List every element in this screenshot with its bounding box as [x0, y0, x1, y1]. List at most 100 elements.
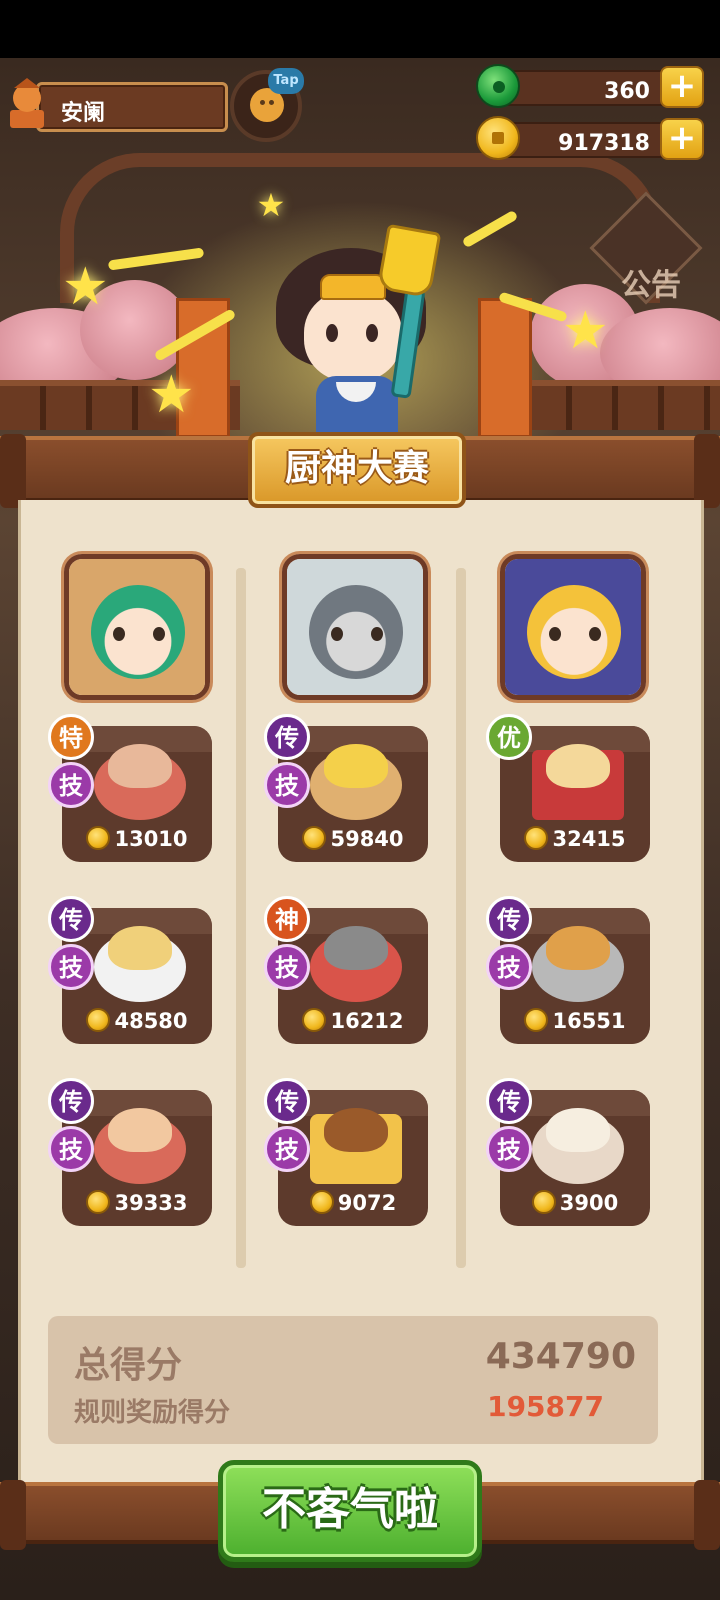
dish-price-value: 59840: [330, 827, 404, 851]
bonus-score-label: 规则奖励得分: [74, 1398, 231, 1428]
jade-value: 360: [604, 79, 650, 104]
coin-icon: [309, 1190, 334, 1214]
dish-price: 16551: [500, 1008, 650, 1033]
star-icon: ★: [562, 301, 609, 361]
rank-badge: 传: [264, 714, 310, 760]
dish-card[interactable]: 传 技 48580: [48, 896, 212, 1044]
coin-icon: [86, 1008, 111, 1032]
dish-price-value: 39333: [114, 1191, 188, 1215]
rank-badge: 神: [264, 896, 310, 942]
dish-price-value: 16551: [552, 1009, 626, 1033]
dish-icon: [546, 926, 610, 970]
dish-card[interactable]: 神 技 16212: [264, 896, 428, 1044]
jade-icon: [476, 64, 520, 108]
notice-label: 公告: [621, 268, 681, 303]
hero-eye: [326, 324, 338, 342]
dish-price-value: 3900: [559, 1191, 619, 1215]
skill-badge: 技: [486, 1126, 532, 1172]
dish-card[interactable]: 传 技 39333: [48, 1078, 212, 1226]
rank-badge: 传: [48, 896, 94, 942]
dish-price: 13010: [62, 826, 212, 851]
skill-badge: 技: [48, 1126, 94, 1172]
dish-price: 48580: [62, 1008, 212, 1033]
skill-badge: 技: [486, 944, 532, 990]
coin-icon: [524, 826, 549, 850]
coin-bar: 917318: [498, 122, 678, 158]
coin-currency: 917318 +: [474, 116, 704, 160]
coin-icon: [86, 1190, 111, 1214]
chef-portrait-cat[interactable]: [500, 554, 646, 700]
dish-icon: [108, 926, 172, 970]
jade-currency: 360 +: [474, 64, 704, 108]
dish-icon: [324, 744, 388, 788]
skill-badge: 技: [48, 944, 94, 990]
dish-icon: [546, 744, 610, 788]
dish-price: 9072: [278, 1190, 428, 1215]
skill-badge: 技: [264, 944, 310, 990]
chef-eyes: [113, 627, 165, 641]
bonus-score-value: 195877: [487, 1390, 604, 1423]
coin-icon: [476, 116, 520, 160]
friend-avatar-button[interactable]: Tap: [230, 68, 304, 142]
player-name-plate: 安阑: [36, 82, 228, 132]
game-scene: 公告 ★ ★ ★ ★ 安阑 Tap 360 + 917318 + 厨神大赛 特 …: [0, 58, 720, 1600]
confirm-button[interactable]: 不客气啦: [218, 1460, 482, 1562]
contest-title-plate: 厨神大赛: [248, 432, 466, 508]
rank-badge: 优: [486, 714, 532, 760]
dish-card[interactable]: 传 技 59840: [264, 714, 428, 862]
add-coin-button[interactable]: +: [660, 118, 704, 160]
chef-eyes: [549, 627, 601, 641]
dish-price-value: 32415: [552, 827, 626, 851]
player-info[interactable]: 安阑: [6, 76, 228, 132]
total-score-label: 总得分: [74, 1345, 183, 1386]
total-score-value: 434790: [485, 1336, 636, 1377]
dish-card[interactable]: 传 技 9072: [264, 1078, 428, 1226]
coin-icon: [302, 1008, 327, 1032]
skill-badge: 技: [48, 762, 94, 808]
contest-title: 厨神大赛: [284, 448, 429, 489]
dish-card[interactable]: 特 技 13010: [48, 714, 212, 862]
dish-price: 59840: [278, 826, 428, 851]
jade-bar: 360: [498, 70, 678, 106]
dish-icon: [108, 744, 172, 788]
hero-crown: [320, 274, 386, 300]
dish-price-value: 13010: [114, 827, 188, 851]
add-jade-button[interactable]: +: [660, 66, 704, 108]
rank-badge: 传: [48, 1078, 94, 1124]
dish-price: 39333: [62, 1190, 212, 1215]
notice-board[interactable]: 公告: [589, 191, 703, 318]
dish-price-value: 16212: [330, 1009, 404, 1033]
column-divider: [236, 568, 246, 1268]
status-bar: [0, 0, 720, 58]
skill-badge: 技: [264, 762, 310, 808]
dish-icon: [108, 1108, 172, 1152]
tap-badge: Tap: [268, 68, 304, 94]
chef-portrait-green[interactable]: [64, 554, 210, 700]
dish-price: 3900: [500, 1190, 650, 1215]
coin-icon: [302, 826, 327, 850]
dish-card[interactable]: 优 32415: [486, 714, 650, 862]
rank-badge: 特: [48, 714, 94, 760]
coin-icon: [531, 1190, 556, 1214]
player-name: 安阑: [61, 101, 106, 126]
dish-card[interactable]: 传 技 3900: [486, 1078, 650, 1226]
dish-price-value: 48580: [114, 1009, 188, 1033]
rank-badge: 传: [264, 1078, 310, 1124]
skill-badge: 技: [264, 1126, 310, 1172]
star-icon: ★: [62, 257, 109, 317]
chef-portrait-wolf[interactable]: [282, 554, 428, 700]
dish-icon: [546, 1108, 610, 1152]
coin-icon: [86, 826, 111, 850]
player-rank-icon: [10, 78, 44, 128]
rank-badge: 传: [486, 1078, 532, 1124]
pillar: [478, 298, 532, 438]
dish-price-value: 9072: [337, 1191, 397, 1215]
rank-badge: 传: [486, 896, 532, 942]
dish-card[interactable]: 传 技 16551: [486, 896, 650, 1044]
coin-value: 917318: [558, 131, 650, 156]
score-summary: 总得分 434790 规则奖励得分 195877: [48, 1316, 658, 1444]
star-icon: ★: [148, 365, 195, 425]
golden-spatula-icon: [376, 223, 442, 299]
star-icon: ★: [256, 186, 286, 224]
column-divider: [456, 568, 466, 1268]
